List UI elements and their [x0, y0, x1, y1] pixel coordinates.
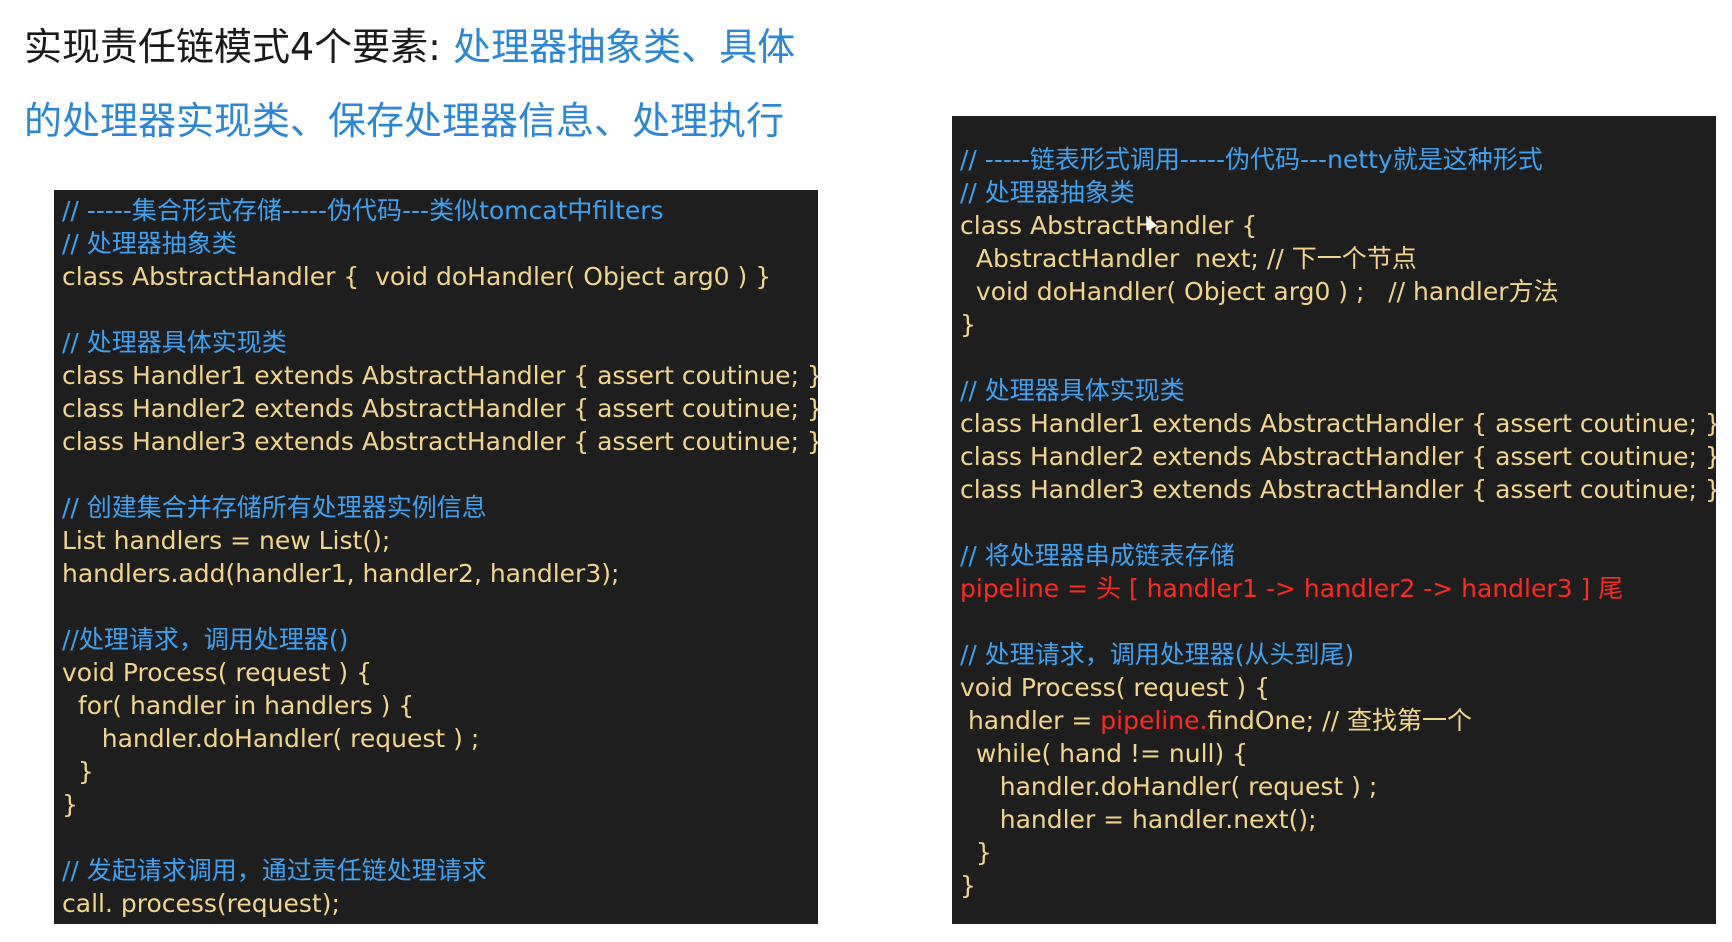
code-line: for( handler in handlers ) { [62, 691, 415, 720]
code-line: handler.doHandler( request ) ; [960, 772, 1378, 801]
comment-line: // 处理器具体实现类 [62, 328, 287, 357]
linked-list-code-panel: // -----链表形式调用-----伪代码---netty就是这种形式 // 处… [952, 116, 1716, 924]
code-line: } [960, 310, 976, 339]
comment-line: // 发起请求调用，通过责任链处理请求 [62, 856, 487, 885]
comment-line: // 处理请求，调用处理器(从头到尾) [960, 640, 1355, 669]
code-line: handler = pipeline.findOne; // 查找第一个 [960, 704, 1716, 737]
heading-blue-text-2: 的处理器实现类、保存处理器信息、处理执行 [24, 99, 785, 143]
code-text: handler = [960, 706, 1101, 735]
comment-line: //处理请求，调用处理器() [62, 625, 349, 654]
heading-plain-text: 实现责任链模式4个要素: [24, 25, 454, 69]
code-line: class Handler1 extends AbstractHandler {… [62, 361, 818, 390]
code-line: AbstractHandler next; // 下一个节点 [960, 244, 1417, 273]
code-line: } [62, 790, 78, 819]
comment-line: // -----集合形式存储-----伪代码---类似tomcat中filter… [62, 196, 664, 225]
code-line: class AbstractHandler { void doHandler( … [62, 262, 772, 291]
highlight-text: pipeline. [1100, 706, 1208, 735]
comment-line: // 处理器抽象类 [960, 178, 1135, 207]
code-line: handlers.add(handler1, handler2, handler… [62, 559, 620, 588]
code-line: List handlers = new List(); [62, 526, 391, 555]
heading-line-2: 的处理器实现类、保存处理器信息、处理执行 [24, 94, 784, 148]
comment-line: // 创建集合并存储所有处理器实例信息 [62, 493, 487, 522]
code-line: class AbstractHandler { [960, 211, 1258, 240]
code-line: void Process( request ) { [62, 658, 372, 687]
code-line: class Handler3 extends AbstractHandler {… [62, 427, 818, 456]
code-line: void Process( request ) { [960, 673, 1270, 702]
heading-line-1: 实现责任链模式4个要素: 处理器抽象类、具体 [24, 20, 795, 74]
code-text: // -----链表形式调用-----伪代码---netty就是这种形式 [960, 145, 1543, 174]
code-line: // -----链表形式调用-----伪代码---netty就是这种形式 [960, 143, 1716, 176]
comment-line: // 将处理器串成链表存储 [960, 541, 1235, 570]
code-line: handler.doHandler( request ) ; [62, 724, 480, 753]
code-line: while( hand != null) { [960, 739, 1249, 768]
heading-blue-text: 处理器抽象类、具体 [453, 25, 796, 69]
code-line: } [960, 838, 992, 867]
code-line: } [62, 757, 94, 786]
code-line: handler = handler.next(); [960, 805, 1317, 834]
code-line: class Handler1 extends AbstractHandler {… [960, 409, 1716, 438]
comment-line: // 处理器具体实现类 [960, 376, 1185, 405]
collection-code-panel: // -----集合形式存储-----伪代码---类似tomcat中filter… [54, 190, 818, 924]
code-line: call. process(request); [62, 889, 340, 918]
comment-line: // 处理器抽象类 [62, 229, 237, 258]
code-line: class Handler3 extends AbstractHandler {… [960, 475, 1716, 504]
pipeline-line: pipeline = 头 [ handler1 -> handler2 -> h… [960, 574, 1624, 603]
code-line: void doHandler( Object arg0 ) ; // handl… [960, 277, 1559, 306]
code-text: findOne; // 查找第一个 [1207, 706, 1472, 735]
code-line: } [960, 871, 976, 900]
code-line: class Handler2 extends AbstractHandler {… [62, 394, 818, 423]
code-line: class Handler2 extends AbstractHandler {… [960, 442, 1716, 471]
